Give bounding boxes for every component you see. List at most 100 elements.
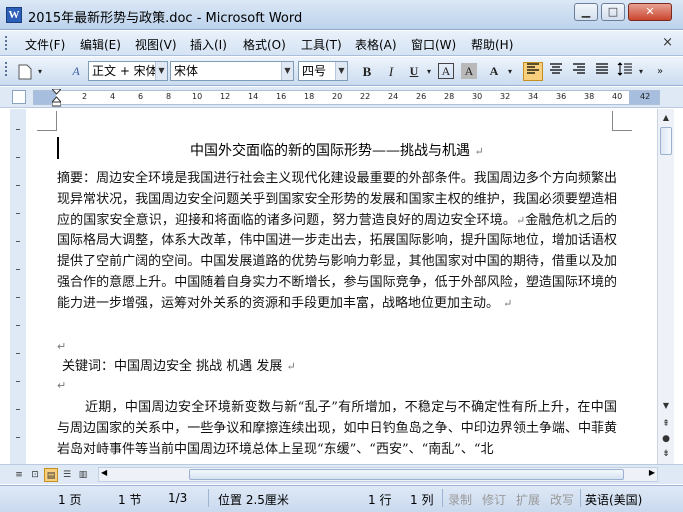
align-left-button[interactable]: [523, 62, 543, 81]
menu-window[interactable]: 窗口(W): [411, 36, 456, 53]
web-layout-view-icon[interactable]: ⊡: [28, 468, 42, 482]
status-separator: [208, 489, 209, 507]
menu-edit[interactable]: 编辑(E): [80, 36, 121, 53]
scroll-right-icon[interactable]: ▶: [649, 468, 655, 477]
bold-button[interactable]: B: [357, 62, 377, 81]
highlight-icon: A: [489, 64, 499, 78]
highlight-options-arrow[interactable]: ▾: [505, 62, 515, 81]
status-position: 位置 2.5厘米: [218, 493, 289, 507]
horizontal-scrollbar[interactable]: ◀ ▶: [98, 467, 658, 482]
previous-page-icon[interactable]: ⇞: [659, 417, 673, 431]
menu-help[interactable]: 帮助(H): [471, 36, 513, 53]
indent-marker-icon[interactable]: [52, 89, 61, 107]
align-center-button[interactable]: [546, 62, 566, 81]
status-column: 1 列: [410, 493, 434, 507]
status-extend-selection[interactable]: 扩展: [516, 491, 540, 508]
highlight-button[interactable]: A: [484, 62, 504, 81]
maximize-button[interactable]: □: [601, 3, 625, 21]
ruler-tick: 16: [276, 92, 287, 101]
chevron-down-icon[interactable]: ▼: [335, 62, 347, 80]
status-track-changes[interactable]: 修订: [482, 491, 506, 508]
tab-selector[interactable]: [12, 90, 26, 104]
menu-format[interactable]: 格式(O): [243, 36, 286, 53]
scroll-down-icon[interactable]: ▼: [659, 399, 673, 413]
underline-button[interactable]: U: [404, 62, 424, 81]
ruler-tick: 34: [528, 92, 539, 101]
status-overtype[interactable]: 改写: [550, 491, 574, 508]
ruler-mark: [16, 129, 20, 130]
close-icon: ✕: [645, 5, 655, 18]
new-document-button[interactable]: [15, 62, 35, 81]
close-document-icon[interactable]: ×: [662, 35, 673, 50]
font-combobox[interactable]: 宋体 ▼: [170, 61, 294, 81]
ruler-tick: 2: [82, 92, 88, 101]
select-browse-object-icon[interactable]: ●: [659, 432, 673, 446]
styles-pane-button[interactable]: A: [66, 62, 86, 81]
menu-bar: 文件(F) 编辑(E) 视图(V) 插入(I) 格式(O) 工具(T) 表格(A…: [0, 31, 683, 56]
scroll-up-icon[interactable]: ▲: [659, 111, 673, 125]
justify-icon: [596, 63, 608, 74]
status-separator: [580, 489, 581, 507]
ruler-mark: [16, 437, 20, 438]
status-record-macro[interactable]: 录制: [448, 491, 472, 508]
minimize-button[interactable]: ▁: [574, 3, 598, 21]
next-page-icon[interactable]: ⇟: [659, 447, 673, 461]
style-value: 正文 + 宋体: [92, 64, 158, 78]
formatting-toolbar: ▾ A 正文 + 宋体 ▼ 宋体 ▼ 四号 ▼ B I U ▾ A A A ▾ …: [0, 57, 683, 86]
chevron-down-icon[interactable]: ▼: [281, 62, 293, 80]
styles-icon: A: [72, 64, 80, 78]
menu-tools[interactable]: 工具(T): [301, 36, 342, 53]
toolbar-overflow-button[interactable]: »: [653, 62, 667, 81]
font-size-combobox[interactable]: 四号 ▼: [298, 61, 348, 81]
print-layout-view-icon[interactable]: ▤: [44, 468, 58, 482]
vertical-ruler[interactable]: [10, 109, 26, 464]
scroll-left-icon[interactable]: ◀: [101, 468, 107, 477]
normal-view-icon[interactable]: ≡: [12, 468, 26, 482]
vertical-scrollbar[interactable]: ▲ ▼ ⇞ ● ⇟: [657, 109, 674, 464]
status-section: 1 节: [118, 493, 142, 507]
ruler-tick: 36: [556, 92, 567, 101]
italic-button[interactable]: I: [381, 62, 401, 81]
word-app-icon[interactable]: W: [6, 7, 22, 23]
ruler-tick: 32: [500, 92, 511, 101]
paragraph-mark: ↵: [503, 296, 513, 310]
menu-file[interactable]: 文件(F): [25, 36, 65, 53]
ruler-mark: [16, 269, 20, 270]
menubar-grip[interactable]: [4, 35, 8, 51]
chevron-down-icon[interactable]: ▼: [155, 62, 167, 80]
keywords-text: 关键词：中国周边安全 挑战 机遇 发展: [62, 359, 283, 374]
status-language[interactable]: 英语(美国): [585, 491, 642, 508]
ruler-tick: 42: [640, 92, 651, 101]
outline-view-icon[interactable]: ☰: [60, 468, 74, 482]
underline-options-arrow[interactable]: ▾: [424, 62, 434, 81]
horizontal-scroll-thumb[interactable]: [189, 469, 624, 480]
char-border-button[interactable]: A: [438, 63, 454, 79]
toolbar-options-arrow[interactable]: ▾: [35, 62, 45, 81]
menu-insert[interactable]: 插入(I): [190, 36, 227, 53]
ruler-tick: 10: [192, 92, 203, 101]
horizontal-ruler[interactable]: 2 4 6 8 10 12 14 16 18 20 22 24 26 28 30…: [33, 89, 660, 107]
line-spacing-options-arrow[interactable]: ▾: [636, 62, 646, 81]
document-title[interactable]: 中国外交面临的新的国际形势——挑战与机遇 ↵: [190, 140, 484, 160]
vertical-scroll-thumb[interactable]: [660, 127, 672, 155]
ruler-mark: [16, 325, 20, 326]
menu-table[interactable]: 表格(A): [355, 36, 397, 53]
line-spacing-button[interactable]: [615, 62, 635, 81]
close-button[interactable]: ✕: [628, 3, 672, 21]
style-combobox[interactable]: 正文 + 宋体 ▼: [88, 61, 168, 81]
keywords-paragraph[interactable]: 关键词：中国周边安全 挑战 机遇 发展 ↵: [62, 357, 622, 378]
menu-view[interactable]: 视图(V): [135, 36, 177, 53]
abstract-paragraph[interactable]: 摘要：周边安全环境是我国进行社会主义现代化建设最重要的外部条件。我国周边多个方向…: [57, 169, 617, 315]
justify-button[interactable]: [592, 62, 612, 81]
toolbar-grip[interactable]: [4, 61, 8, 77]
ruler-mark: [16, 157, 20, 158]
empty-paragraph-mark: ↵: [57, 379, 67, 392]
char-shading-button[interactable]: A: [461, 63, 477, 79]
line-spacing-icon: [617, 62, 632, 76]
body-paragraph[interactable]: 近期，中国周边安全环境新变数与新“乱子”有所增加，不稳定与不确定性有所上升，在中…: [57, 398, 617, 460]
ruler-tick: 38: [584, 92, 595, 101]
view-and-hscroll-bar: ≡ ⊡ ▤ ☰ ▥ ◀ ▶: [0, 464, 683, 484]
align-right-button[interactable]: [569, 62, 589, 81]
reading-layout-view-icon[interactable]: ▥: [76, 468, 90, 482]
ruler-mark: [16, 185, 20, 186]
